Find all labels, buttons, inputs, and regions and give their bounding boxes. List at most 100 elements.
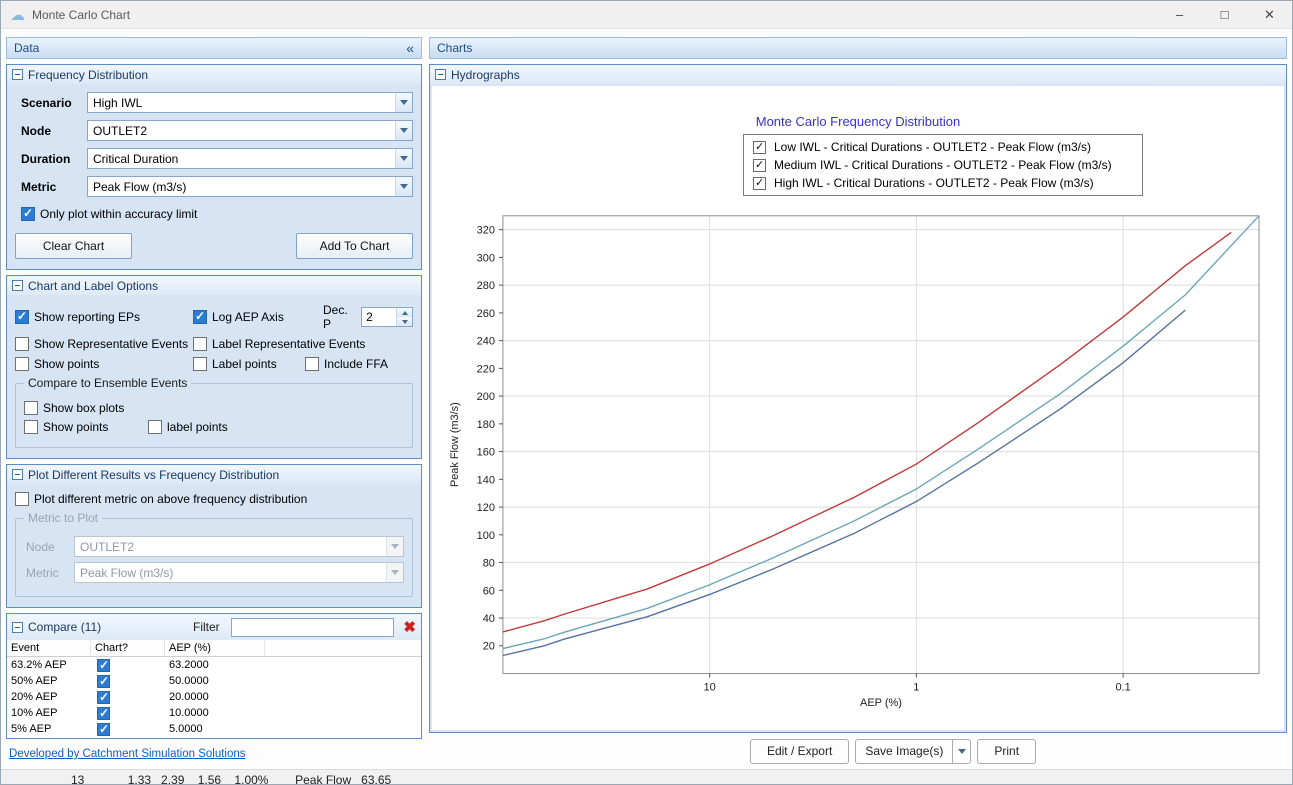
checkbox-icon[interactable]	[24, 420, 38, 434]
column-header-aep[interactable]: AEP (%)	[165, 640, 265, 656]
metric-dropdown-button[interactable]	[395, 177, 412, 196]
legend-checkbox[interactable]	[753, 141, 766, 154]
compare-header: Compare (11) Filter ✖	[7, 614, 421, 640]
node-dropdown-button[interactable]	[395, 121, 412, 140]
legend-item-low-iwl[interactable]: Low IWL - Critical Durations - OUTLET2 -…	[744, 138, 1142, 156]
compare-table-header: Event Chart? AEP (%)	[7, 640, 421, 657]
ensemble-row-1: Show box plots	[24, 401, 404, 415]
scenario-value: High IWL	[88, 96, 395, 110]
collapse-group-icon[interactable]	[12, 280, 23, 291]
row-chart-checkbox[interactable]	[97, 675, 110, 688]
node-combobox[interactable]: OUTLET2	[87, 120, 413, 141]
checkbox-icon[interactable]	[193, 337, 207, 351]
plot-different-body: Plot different metric on above frequency…	[7, 484, 421, 607]
checkbox-icon[interactable]	[21, 207, 35, 221]
print-button[interactable]: Print	[977, 739, 1036, 764]
label-points-checkbox[interactable]: Label points	[193, 357, 305, 371]
frequency-distribution-header: Frequency Distribution	[7, 65, 421, 84]
collapse-panel-icon[interactable]: «	[406, 40, 414, 56]
minimize-button[interactable]: –	[1157, 1, 1202, 28]
checkbox-icon[interactable]	[15, 310, 29, 324]
compare-row[interactable]: 50% AEP 50.0000	[7, 673, 421, 689]
clear-chart-button[interactable]: Clear Chart	[15, 233, 132, 259]
ensemble-events-fieldset: Compare to Ensemble Events Show box plot…	[15, 383, 413, 448]
scenario-dropdown-button[interactable]	[395, 93, 412, 112]
duration-combobox[interactable]: Critical Duration	[87, 148, 413, 169]
svg-text:180: 180	[477, 419, 495, 431]
ensemble-show-points-checkbox[interactable]: Show points	[24, 420, 148, 434]
clear-filter-icon[interactable]: ✖	[399, 618, 421, 636]
save-images-dropdown-button[interactable]	[952, 739, 971, 764]
legend-checkbox[interactable]	[753, 159, 766, 172]
plot-different-metric-checkbox[interactable]: Plot different metric on above frequency…	[15, 492, 413, 506]
metric-value: Peak Flow (m3/s)	[88, 180, 395, 194]
checkbox-icon[interactable]	[15, 337, 29, 351]
column-header-event[interactable]: Event	[7, 640, 91, 656]
maximize-button[interactable]: □	[1202, 1, 1247, 28]
column-header-chart[interactable]: Chart?	[91, 640, 165, 656]
ensemble-events-title: Compare to Ensemble Events	[24, 376, 191, 390]
collapse-group-icon[interactable]	[12, 469, 23, 480]
scenario-combobox[interactable]: High IWL	[87, 92, 413, 113]
legend-checkbox[interactable]	[753, 177, 766, 190]
legend-item-high-iwl[interactable]: High IWL - Critical Durations - OUTLET2 …	[744, 174, 1142, 192]
checkbox-icon[interactable]	[193, 310, 207, 324]
svg-text:140: 140	[477, 474, 495, 486]
row-chart-checkbox[interactable]	[97, 723, 110, 736]
compare-row[interactable]: 10% AEP 10.0000	[7, 705, 421, 721]
scenario-label: Scenario	[15, 96, 87, 110]
include-ffa-checkbox[interactable]: Include FFA	[305, 357, 388, 371]
decimal-places-spinner[interactable]: 2	[361, 307, 413, 327]
show-reporting-eps-checkbox[interactable]: Show reporting EPs	[15, 310, 193, 324]
checkbox-icon[interactable]	[24, 401, 38, 415]
compare-row[interactable]: 63.2% AEP 63.2000	[7, 657, 421, 673]
save-images-button[interactable]: Save Image(s)	[855, 739, 952, 764]
chart-label-options-header: Chart and Label Options	[7, 276, 421, 295]
plot-node-dropdown-button	[386, 537, 403, 556]
duration-dropdown-button[interactable]	[395, 149, 412, 168]
show-representative-events-checkbox[interactable]: Show Representative Events	[15, 337, 193, 351]
spinner-up-button[interactable]	[397, 308, 412, 317]
compare-row[interactable]: 20% AEP 20.0000	[7, 689, 421, 705]
checkbox-icon[interactable]	[15, 357, 29, 371]
add-to-chart-button[interactable]: Add To Chart	[296, 233, 413, 259]
collapse-group-icon[interactable]	[12, 622, 23, 633]
column-header-empty	[265, 640, 421, 656]
metric-combobox[interactable]: Peak Flow (m3/s)	[87, 176, 413, 197]
ensemble-label-points-checkbox[interactable]: label points	[148, 420, 228, 434]
spinner-down-button[interactable]	[397, 317, 412, 326]
svg-text:320: 320	[477, 225, 495, 237]
collapse-group-icon[interactable]	[435, 69, 446, 80]
chevron-down-icon	[400, 100, 408, 105]
accuracy-limit-checkbox[interactable]: Only plot within accuracy limit	[21, 207, 413, 221]
checkbox-icon[interactable]	[15, 492, 29, 506]
compare-row[interactable]: 5% AEP 5.0000	[7, 721, 421, 737]
footer: Developed by Catchment Simulation Soluti…	[6, 739, 422, 769]
checkbox-icon[interactable]	[305, 357, 319, 371]
checkbox-icon[interactable]	[193, 357, 207, 371]
svg-text:0.1: 0.1	[1115, 681, 1130, 693]
edit-export-button[interactable]: Edit / Export	[750, 739, 849, 764]
checkbox-icon[interactable]	[148, 420, 162, 434]
row-chart-checkbox[interactable]	[97, 659, 110, 672]
options-row-3: Show points Label points Include FFA	[15, 357, 413, 371]
show-box-plots-checkbox[interactable]: Show box plots	[24, 401, 124, 415]
svg-text:160: 160	[477, 447, 495, 459]
data-panel-header: Data «	[6, 37, 422, 59]
scenario-row: Scenario High IWL	[15, 92, 413, 113]
group-title: Plot Different Results vs Frequency Dist…	[28, 468, 279, 482]
log-aep-axis-checkbox[interactable]: Log AEP Axis	[193, 310, 323, 324]
close-button[interactable]: ✕	[1247, 1, 1292, 28]
row-chart-checkbox[interactable]	[97, 707, 110, 720]
filter-label: Filter	[193, 620, 220, 634]
collapse-group-icon[interactable]	[12, 69, 23, 80]
svg-text:20: 20	[483, 641, 495, 653]
plot-node-row: Node OUTLET2	[24, 536, 404, 557]
show-points-checkbox[interactable]: Show points	[15, 357, 193, 371]
row-chart-checkbox[interactable]	[97, 691, 110, 704]
node-value: OUTLET2	[88, 124, 395, 138]
filter-input[interactable]	[231, 618, 394, 637]
label-representative-events-checkbox[interactable]: Label Representative Events	[193, 337, 365, 351]
legend-item-medium-iwl[interactable]: Medium IWL - Critical Durations - OUTLET…	[744, 156, 1142, 174]
developer-link[interactable]: Developed by Catchment Simulation Soluti…	[9, 748, 246, 760]
